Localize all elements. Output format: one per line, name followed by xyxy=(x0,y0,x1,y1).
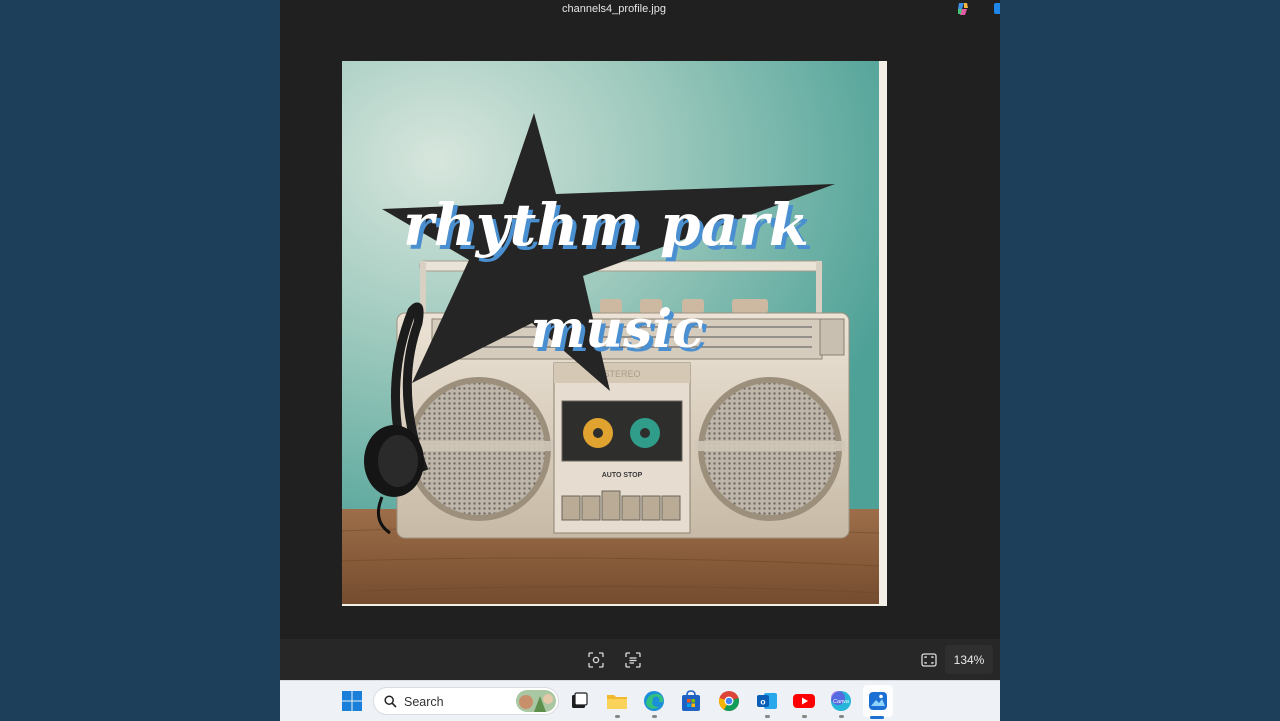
photo-frame: STEREO AUTO STOP rhythm park rhythm park… xyxy=(342,61,887,606)
logo-text-line2: music xyxy=(530,299,704,360)
windows-start-icon[interactable] xyxy=(342,691,362,711)
outlook-icon[interactable]: o xyxy=(755,689,779,713)
displayed-image[interactable]: STEREO AUTO STOP rhythm park rhythm park… xyxy=(342,61,879,604)
taskbar-search-box[interactable]: Search xyxy=(373,687,559,715)
visual-search-button[interactable] xyxy=(586,650,606,670)
text-scan-icon xyxy=(625,652,641,668)
chrome-icon[interactable] xyxy=(717,689,741,713)
edge-running-dot xyxy=(652,715,657,718)
file-explorer-running-dot xyxy=(615,715,620,718)
edge-icon[interactable] xyxy=(642,689,666,713)
photos-active-indicator xyxy=(870,716,884,719)
task-view-icon[interactable] xyxy=(567,689,591,713)
svg-text:Canva: Canva xyxy=(833,699,849,705)
fit-to-window-button[interactable] xyxy=(919,650,939,670)
svg-text:o: o xyxy=(760,697,765,707)
photos-app-window: channels4_profile.jpg STEREO AUTO STOP r… xyxy=(280,0,1000,680)
search-highlight-image xyxy=(516,690,556,712)
windows-taskbar: Search o Canva xyxy=(280,680,1000,721)
youtube-icon[interactable] xyxy=(792,689,816,713)
youtube-running-dot xyxy=(802,715,807,718)
bottom-toolbar: 134% xyxy=(280,639,1000,680)
window-title: channels4_profile.jpg xyxy=(562,3,666,15)
title-bar[interactable]: channels4_profile.jpg xyxy=(280,0,1000,20)
search-placeholder: Search xyxy=(404,695,444,709)
search-icon xyxy=(384,695,397,708)
photos-icon[interactable] xyxy=(866,689,890,713)
cassette-label: STEREO xyxy=(603,369,640,379)
scan-text-button[interactable] xyxy=(623,650,643,670)
canva-running-dot xyxy=(839,715,844,718)
copilot-icon[interactable] xyxy=(956,2,970,16)
logo-text-line1: rhythm park xyxy=(403,191,809,259)
file-explorer-icon[interactable] xyxy=(605,689,629,713)
microsoft-store-icon[interactable] xyxy=(679,689,703,713)
boombox-photo: STEREO AUTO STOP rhythm park rhythm park… xyxy=(342,61,879,604)
overflow-icon-fragment xyxy=(994,3,1000,14)
deck-label: AUTO STOP xyxy=(602,472,643,479)
outlook-running-dot xyxy=(765,715,770,718)
image-canvas[interactable]: STEREO AUTO STOP rhythm park rhythm park… xyxy=(280,20,1000,639)
visual-search-icon xyxy=(588,652,604,668)
zoom-level-button[interactable]: 134% xyxy=(945,645,993,674)
canva-icon[interactable]: Canva xyxy=(829,689,853,713)
fit-to-window-icon xyxy=(921,653,937,667)
